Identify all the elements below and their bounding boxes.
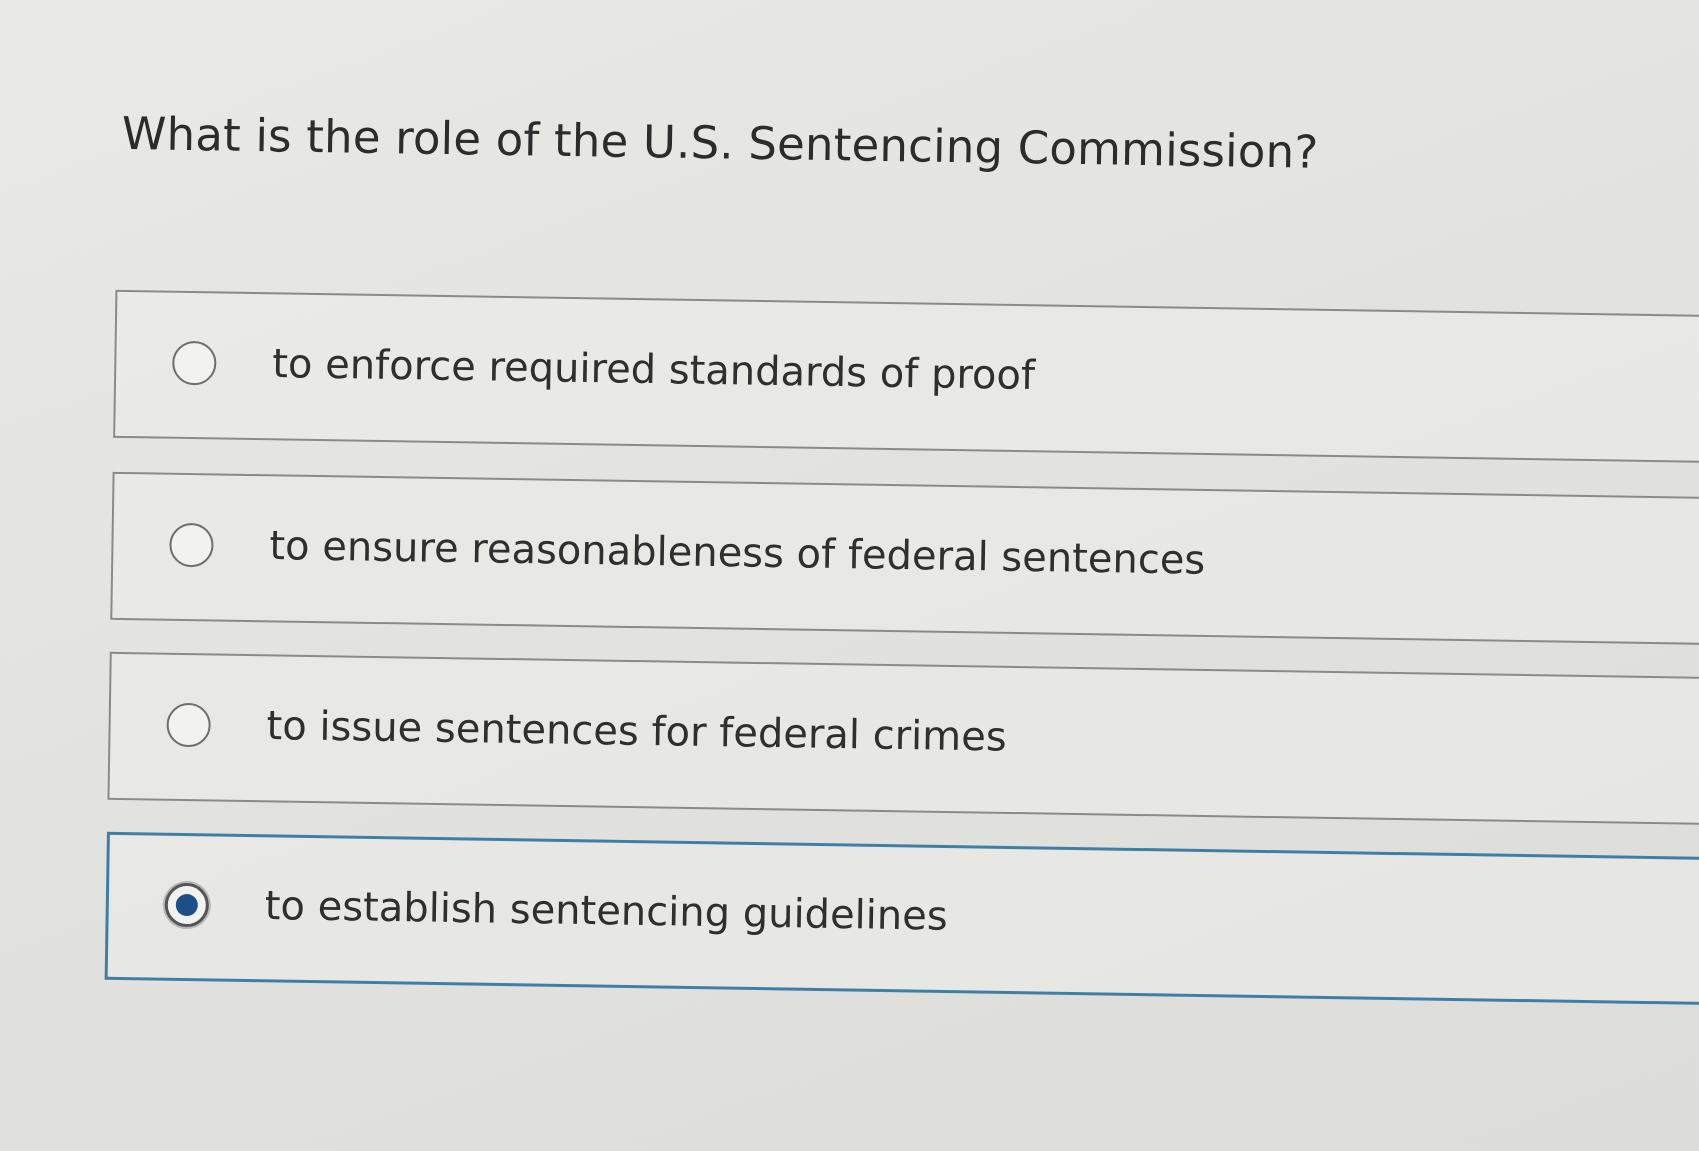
- option-label: to ensure reasonableness of federal sent…: [269, 523, 1206, 584]
- quiz-screen: What is the role of the U.S. Sentencing …: [0, 0, 1699, 1151]
- option-enforce-proof[interactable]: to enforce required standards of proof: [113, 289, 1699, 464]
- option-label: to enforce required standards of proof: [271, 341, 1036, 400]
- radio-button-unselected[interactable]: [166, 702, 211, 748]
- option-label: to establish sentencing guidelines: [264, 882, 949, 940]
- option-ensure-reasonableness[interactable]: to ensure reasonableness of federal sent…: [110, 471, 1699, 646]
- option-establish-guidelines[interactable]: to establish sentencing guidelines: [104, 831, 1699, 1006]
- radio-button-unselected[interactable]: [171, 340, 217, 386]
- radio-button-selected[interactable]: [164, 882, 210, 928]
- option-issue-sentences[interactable]: to issue sentences for federal crimes: [107, 651, 1699, 826]
- option-label: to issue sentences for federal crimes: [266, 702, 1008, 761]
- question-text: What is the role of the U.S. Sentencing …: [121, 106, 1319, 179]
- radio-button-unselected[interactable]: [169, 522, 214, 568]
